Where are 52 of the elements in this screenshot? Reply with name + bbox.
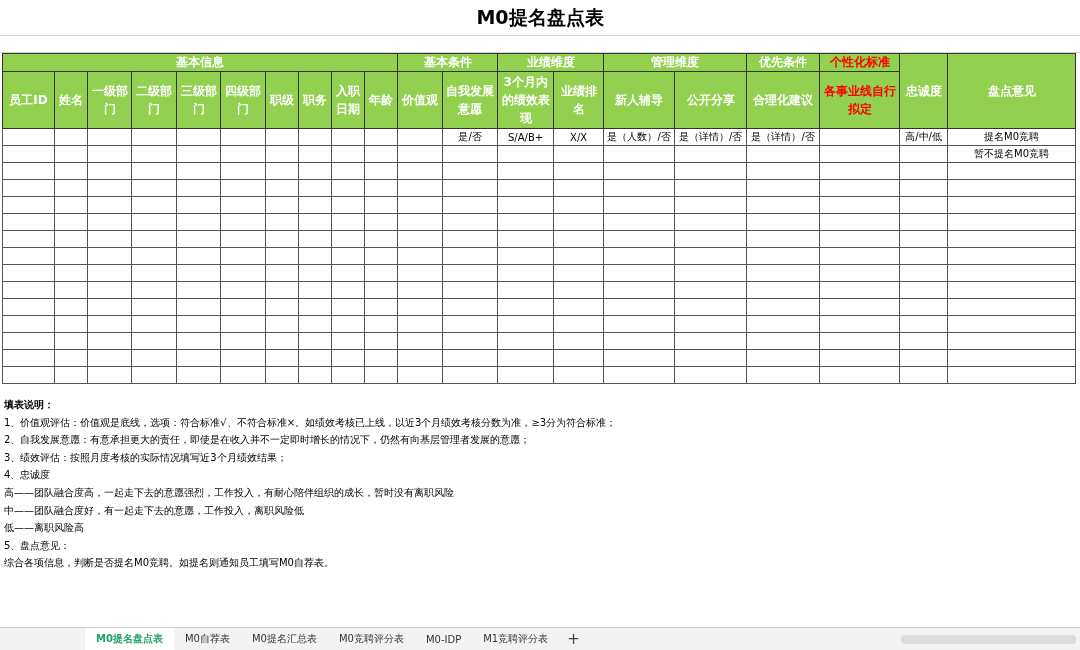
column-header: 价值观 [397,71,443,129]
header-group-cell: 基本信息 [2,53,398,72]
note-line: 综合各项信息，判断是否提名M0竞聘。如提名则通知员工填写M0自荐表。 [4,556,335,571]
note-line: 高——团队融合度高，一起走下去的意愿强烈，工作投入，有耐心陪伴组织的成长，暂时没有离职风险 [4,485,455,500]
column-header: 自我发展意愿 [442,71,498,129]
table-cell: 是（详情）/否 [674,128,747,146]
header-group-cell: 个性化标准 [819,53,900,72]
column-header: 盘点意见 [947,53,1076,129]
column-header: 新人辅导 [603,71,675,129]
header-group-cell: 基本条件 [397,53,498,72]
column-header: 姓名 [54,71,88,129]
sheet-tab[interactable]: M0竞聘评分表 [327,628,415,650]
column-header: 各事业线自行拟定 [819,71,900,129]
sheet-tab[interactable]: M1竞聘评分表 [472,628,560,650]
table-cell: X/X [553,128,604,146]
sheet-title: M0提名盘点表 [476,4,604,30]
notes-heading: 填表说明： [4,398,55,412]
column-header: 员工ID [2,71,55,129]
add-sheet-button[interactable]: + [559,630,588,648]
note-line: 2、自我发展意愿：有意承担更大的责任，即使是在收入并不一定即时增长的情况下，仍然有向基层管理者发展的意愿； [4,433,532,448]
note-line: 5、盘点意见： [4,538,72,553]
column-header: 二级部门 [131,71,177,129]
table-cell: 高/中/低 [899,128,948,146]
sheet-tab[interactable]: M0提名汇总表 [240,628,328,650]
column-header: 业绩排名 [553,71,604,129]
table-cell: 提名M0竞聘 [947,128,1076,146]
table-cell: 暂不提名M0竞聘 [947,145,1076,163]
note-line: 4、忠诚度 [4,468,52,483]
column-header: 忠诚度 [899,53,948,129]
table-cell: 是（详情）/否 [746,128,820,146]
table-cell: 是/否 [442,128,498,146]
table-cell: S/A/B+ [497,128,554,146]
column-header: 三级部门 [176,71,221,129]
header-group-cell: 管理维度 [603,53,747,72]
column-header: 3个月内的绩效表现 [497,71,554,129]
note-line: 低——离职风险高 [4,521,85,536]
column-header: 合理化建议 [746,71,820,129]
column-header: 一级部门 [87,71,132,129]
column-header: 公开分享 [674,71,747,129]
column-header: 年龄 [364,71,398,129]
table-cell: 是（人数）/否 [603,128,675,146]
column-header: 职级 [265,71,299,129]
note-line: 1、价值观评估：价值观是底线，选项：符合标准√、不符合标准×。如绩效考核已上线，以近3个月绩效考核分数为准，≥3分为符合标准； [4,415,618,430]
column-header: 入职日期 [331,71,365,129]
sheet-tab[interactable]: M0-IDP [414,628,473,650]
note-line: 3、绩效评估：按照月度考核的实际情况填写近3个月绩效结果； [4,450,288,465]
header-group-cell: 业绩维度 [497,53,604,72]
note-line: 中——团队融合度好，有一起走下去的意愿，工作投入，离职风险低 [4,503,305,518]
sheet-tab[interactable]: M0自荐表 [173,628,241,650]
header-group-cell: 优先条件 [746,53,820,72]
column-header: 四级部门 [220,71,266,129]
column-header: 职务 [298,71,332,129]
